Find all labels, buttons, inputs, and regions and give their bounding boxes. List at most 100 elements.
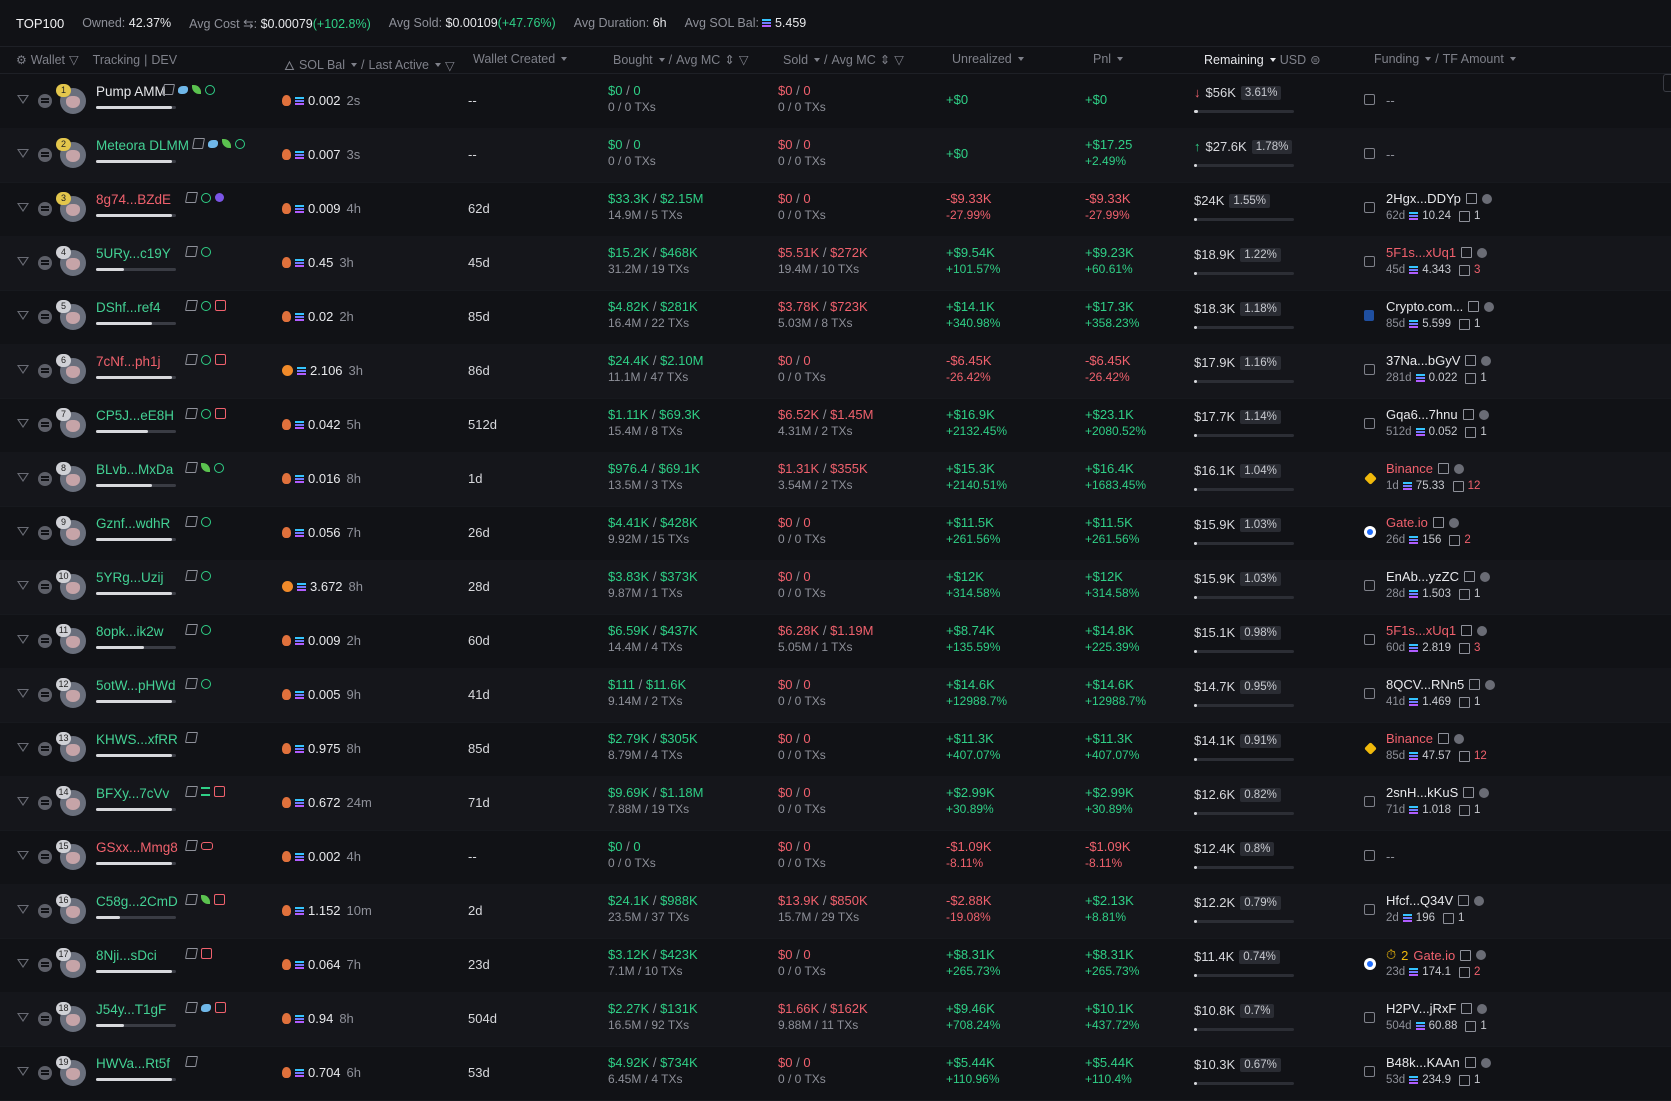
edit-icon[interactable] — [184, 354, 198, 365]
avatar[interactable]: 14 — [56, 786, 86, 816]
edit-icon[interactable] — [1432, 517, 1444, 528]
funding-name[interactable]: 5F1s...xUq1 — [1386, 245, 1456, 260]
scrollbar-handle[interactable] — [1663, 74, 1671, 92]
wallet-name[interactable]: KHWS...xfRR — [96, 732, 178, 747]
edit-icon[interactable] — [1469, 679, 1481, 690]
edit-icon[interactable] — [184, 894, 198, 905]
wallet-name[interactable]: 8Nji...sDci — [96, 948, 157, 963]
edit-icon[interactable] — [184, 732, 198, 743]
wallet-name[interactable]: 8g74...BZdE — [96, 192, 171, 207]
funding-source[interactable]: 37Na...bGyV — [1386, 353, 1492, 368]
solscan-icon[interactable] — [38, 958, 52, 972]
sort-arrows-icon[interactable]: ⇕ — [880, 52, 890, 67]
avatar[interactable]: 17 — [56, 948, 86, 978]
edit-icon[interactable] — [1461, 247, 1473, 258]
table-row[interactable]: 5 DShf...ref4 0.02 2h 85d $4.82K / $281K… — [0, 290, 1671, 345]
table-row[interactable]: 6 7cNf...ph1j 2.106 3h 86d $24.4K / $2.1… — [0, 344, 1671, 399]
filter-icon[interactable] — [16, 903, 30, 917]
edit-icon[interactable] — [1465, 193, 1477, 204]
funding-name[interactable]: Gate.io — [1386, 515, 1428, 530]
wallet-name[interactable]: C58g...2CmD — [96, 894, 178, 909]
edit-icon[interactable] — [1461, 625, 1473, 636]
funding-header[interactable]: Funding / TF Amount — [1374, 52, 1516, 66]
edit-icon[interactable] — [184, 948, 198, 959]
funding-source[interactable]: 2Hgx...DDYp — [1386, 191, 1492, 206]
edit-icon[interactable] — [184, 462, 198, 473]
filter-icon[interactable] — [16, 93, 30, 107]
table-row[interactable]: 4 5URy...c19Y 0.45 3h 45d $15.2K / $468K… — [0, 236, 1671, 291]
table-row[interactable]: 10 5YRg...Uzij 3.672 8h 28d $3.83K / $37… — [0, 560, 1671, 615]
tracking-tab[interactable]: Tracking — [93, 53, 140, 67]
funding-source[interactable]: Gqa6...7hnu — [1386, 407, 1489, 422]
avatar[interactable]: 5 — [56, 300, 86, 330]
edit-icon[interactable] — [161, 84, 175, 95]
wallet-created-header[interactable]: Wallet Created — [473, 52, 568, 66]
wallet-name[interactable]: BFXy...7cVv — [96, 786, 169, 801]
bought-filter-icon[interactable]: ▽ — [739, 52, 749, 67]
solscan-icon[interactable] — [38, 202, 52, 216]
solscan-icon[interactable] — [38, 634, 52, 648]
edit-icon[interactable] — [184, 1002, 198, 1013]
edit-icon[interactable] — [184, 300, 198, 311]
funding-name[interactable]: 2Hgx...DDYp — [1386, 191, 1461, 206]
edit-icon[interactable] — [1463, 787, 1475, 798]
funding-source[interactable]: Hfcf...Q34V — [1386, 893, 1485, 908]
avatar[interactable]: 12 — [56, 678, 86, 708]
solscan-icon[interactable] — [38, 310, 52, 324]
solscan-icon[interactable] — [38, 1012, 52, 1026]
edit-icon[interactable] — [184, 1056, 198, 1067]
funding-name[interactable]: Crypto.com... — [1386, 299, 1463, 314]
wallet-name[interactable]: 5otW...pHWd — [96, 678, 176, 693]
avatar[interactable]: 9 — [56, 516, 86, 546]
filter-icon[interactable] — [16, 147, 30, 161]
table-row[interactable]: 7 CP5J...eE8H 0.042 5h 512d $1.11K / $69… — [0, 398, 1671, 453]
wallet-name[interactable]: 5YRg...Uzij — [96, 570, 164, 585]
filter-icon[interactable] — [16, 957, 30, 971]
funding-source[interactable]: Crypto.com... — [1386, 299, 1495, 314]
solscan-icon[interactable] — [38, 472, 52, 486]
edit-icon[interactable] — [184, 786, 198, 797]
funding-name[interactable]: Gqa6...7hnu — [1386, 407, 1458, 422]
dev-tab[interactable]: DEV — [151, 53, 177, 67]
wallet-name[interactable]: J54y...T1gF — [96, 1002, 166, 1017]
table-row[interactable]: 12 5otW...pHWd 0.005 9h 41d $111 / $11.6… — [0, 668, 1671, 723]
unrealized-header[interactable]: Unrealized — [952, 52, 1024, 66]
table-row[interactable]: 16 C58g...2CmD 1.152 10m 2d $24.1K / $98… — [0, 884, 1671, 939]
table-row[interactable]: 3 8g74...BZdE 0.009 4h 62d $33.3K / $2.1… — [0, 182, 1671, 237]
funding-name[interactable]: 8QCV...RNn5 — [1386, 677, 1464, 692]
funding-source[interactable]: 8QCV...RNn5 — [1386, 677, 1496, 692]
funding-name[interactable]: 37Na...bGyV — [1386, 353, 1460, 368]
wallet-name[interactable]: Pump AMM — [96, 84, 166, 99]
filter-icon[interactable] — [16, 417, 30, 431]
filter-icon[interactable] — [16, 633, 30, 647]
solscan-icon[interactable] — [38, 256, 52, 270]
avatar[interactable]: 11 — [56, 624, 86, 654]
funding-name[interactable]: 2snH...kKuS — [1386, 785, 1458, 800]
solscan-icon[interactable] — [38, 418, 52, 432]
solscan-icon[interactable] — [38, 742, 52, 756]
filter-icon[interactable] — [16, 201, 30, 215]
last-active-filter-icon[interactable]: ▽ — [445, 58, 455, 73]
table-row[interactable]: 11 8opk...ik2w 0.009 2h 60d $6.59K / $43… — [0, 614, 1671, 669]
funding-name[interactable]: H2PV...jRxF — [1386, 1001, 1456, 1016]
edit-icon[interactable] — [184, 624, 198, 635]
funding-source[interactable]: Binance — [1386, 731, 1464, 746]
bought-header[interactable]: Bought / Avg MC ⇕ ▽ — [613, 52, 749, 68]
edit-icon[interactable] — [184, 516, 198, 527]
filter-icon[interactable] — [16, 471, 30, 485]
solscan-icon[interactable] — [38, 1066, 52, 1080]
filter-icon[interactable] — [16, 687, 30, 701]
filter-icon[interactable] — [16, 849, 30, 863]
filter-icon[interactable] — [16, 255, 30, 269]
usd-toggle[interactable]: USD — [1280, 53, 1306, 67]
edit-icon[interactable] — [1437, 463, 1449, 474]
funding-source[interactable]: 5F1s...xUq1 — [1386, 623, 1488, 638]
funding-name[interactable]: EnAb...yzZC — [1386, 569, 1459, 584]
avatar[interactable]: 6 — [56, 354, 86, 384]
wallet-name[interactable]: Meteora DLMM — [96, 138, 189, 153]
solscan-icon[interactable] — [38, 364, 52, 378]
filter-icon[interactable] — [16, 741, 30, 755]
filter-icon[interactable] — [16, 579, 30, 593]
wallet-filter-icon[interactable]: ▽ — [69, 52, 79, 67]
avatar[interactable]: 1 — [56, 84, 86, 114]
